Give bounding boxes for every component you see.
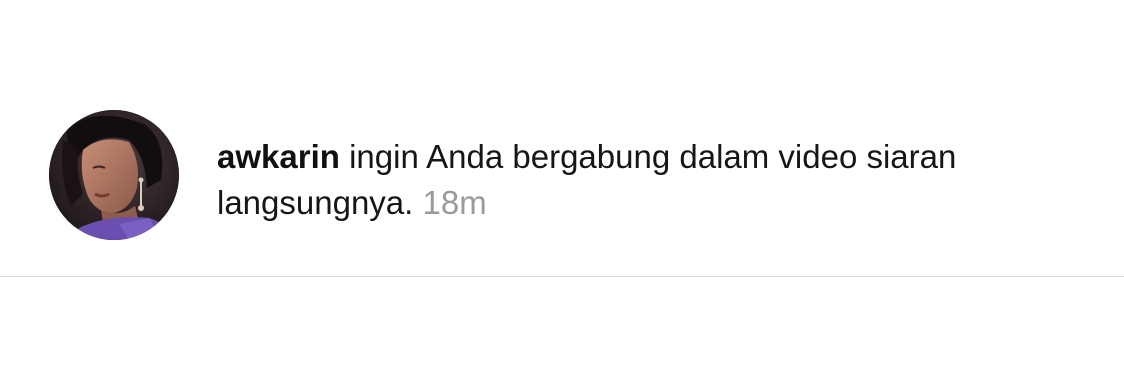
timestamp: 18m: [422, 184, 487, 221]
username-link[interactable]: awkarin: [217, 138, 340, 175]
avatar[interactable]: [49, 110, 179, 240]
notification-item[interactable]: awkarin ingin Anda bergabung dalam video…: [0, 0, 1124, 277]
profile-photo: [49, 110, 179, 240]
notification-text: awkarin ingin Anda bergabung dalam video…: [217, 134, 1097, 226]
